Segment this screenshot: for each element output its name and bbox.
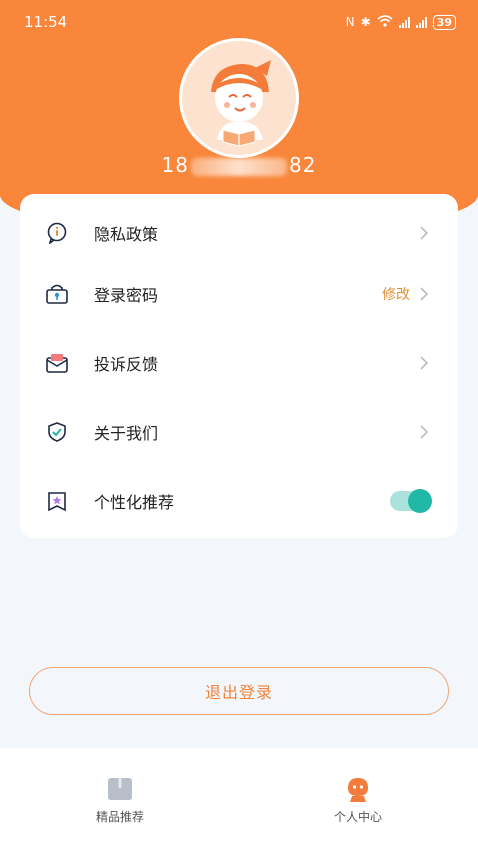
chat-icon [44,220,70,246]
chevron-right-icon [420,287,429,301]
toggle-knob [408,489,432,513]
book-icon [106,776,134,802]
menu-item-privacy[interactable]: 隐私政策 [20,208,458,258]
status-time: 11:54 [24,13,68,31]
menu-item-personalized: 个性化推荐 [20,476,458,526]
menu-item-about[interactable]: 关于我们 [20,407,458,457]
bluetooth-icon: ✱ [360,15,371,29]
modify-link[interactable]: 修改 [382,284,410,304]
chevron-right-icon [420,356,429,370]
settings-card: 隐私政策 登录密码 修改 投诉反馈 关于我们 个性化推荐 [20,194,458,538]
personalized-toggle[interactable] [390,489,432,513]
mascot-icon [344,776,372,802]
tab-label-recommend: 精品推荐 [95,810,144,824]
tab-label-profile: 个人中心 [333,810,382,824]
signal-icon [398,16,410,28]
phone-mask [191,157,287,176]
phone-number: 18 82 [0,153,478,177]
chevron-right-icon [420,226,429,240]
menu-item-feedback[interactable]: 投诉反馈 [20,338,458,388]
mail-icon [44,350,70,376]
avatar[interactable] [179,38,299,158]
bookmark-star-icon [44,488,70,514]
menu-label-about: 关于我们 [94,424,159,443]
lock-bag-icon [44,281,70,307]
mascot-avatar-icon [211,60,271,147]
phone-prefix: 18 [161,153,189,177]
status-icons: N ✱ 39 [345,14,456,30]
tab-bar: 精品推荐 个人中心 [0,748,478,850]
shield-icon [44,419,70,445]
menu-label-personalized: 个性化推荐 [94,493,175,512]
menu-label-privacy: 隐私政策 [94,225,159,244]
logout-button[interactable]: 退出登录 [29,667,449,715]
tab-profile[interactable]: 个人中心 [298,776,418,825]
chevron-right-icon [420,425,429,439]
menu-label-password: 登录密码 [94,286,159,305]
menu-label-feedback: 投诉反馈 [94,355,159,374]
tab-recommend[interactable]: 精品推荐 [60,776,180,825]
wifi-icon [377,14,393,30]
signal-icon-2 [415,16,427,28]
menu-item-password[interactable]: 登录密码 修改 [20,269,458,319]
phone-suffix: 82 [289,153,317,177]
nfc-icon: N [345,15,355,29]
battery-icon: 39 [432,14,456,30]
